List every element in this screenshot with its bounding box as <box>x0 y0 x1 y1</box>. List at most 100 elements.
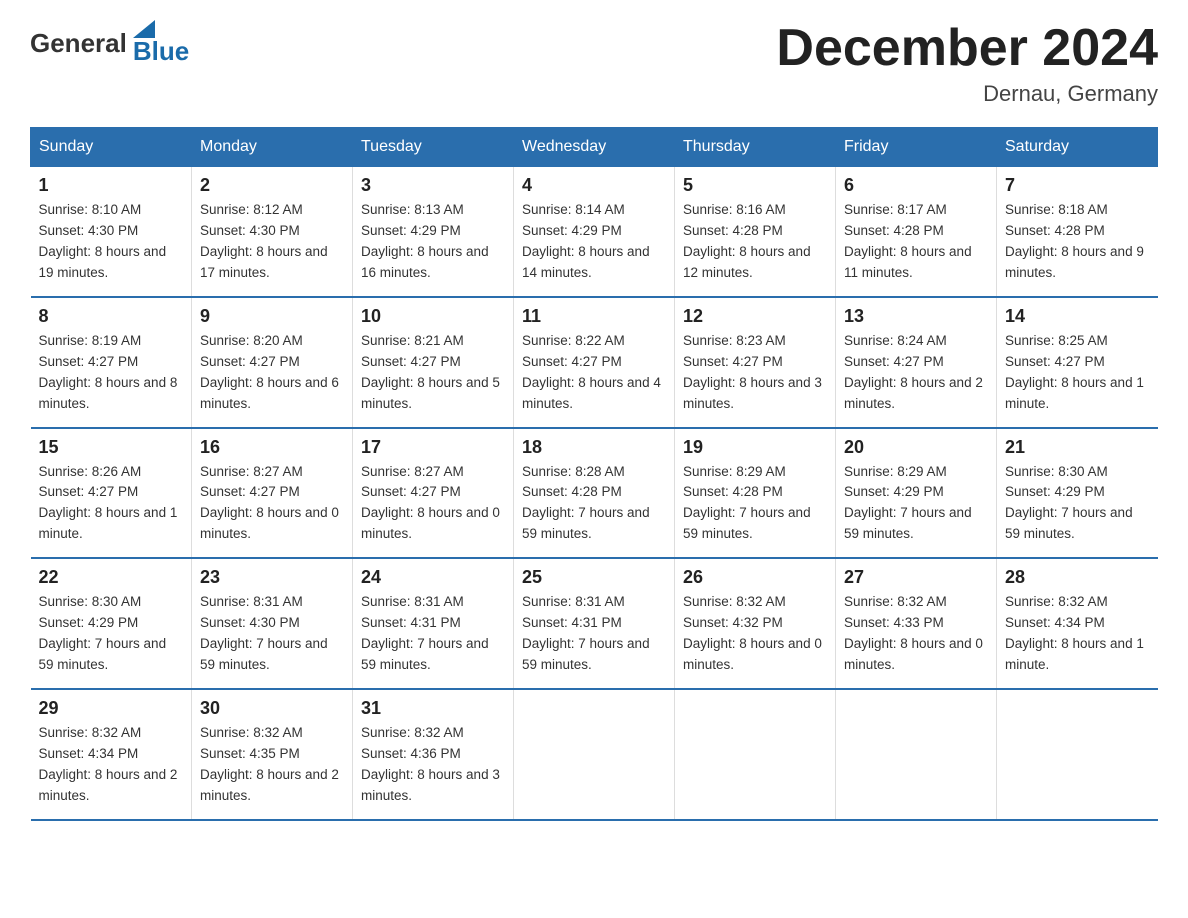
calendar-cell: 16 Sunrise: 8:27 AM Sunset: 4:27 PM Dayl… <box>192 428 353 559</box>
calendar-week-row: 1 Sunrise: 8:10 AM Sunset: 4:30 PM Dayli… <box>31 167 1158 297</box>
day-number: 26 <box>683 567 827 588</box>
day-number: 8 <box>39 306 184 327</box>
calendar-cell: 17 Sunrise: 8:27 AM Sunset: 4:27 PM Dayl… <box>353 428 514 559</box>
day-number: 1 <box>39 175 184 196</box>
day-number: 18 <box>522 437 666 458</box>
calendar-cell <box>675 689 836 820</box>
day-info: Sunrise: 8:32 AM Sunset: 4:32 PM Dayligh… <box>683 592 827 676</box>
calendar-week-row: 22 Sunrise: 8:30 AM Sunset: 4:29 PM Dayl… <box>31 558 1158 689</box>
calendar-cell <box>514 689 675 820</box>
day-number: 27 <box>844 567 988 588</box>
day-info: Sunrise: 8:20 AM Sunset: 4:27 PM Dayligh… <box>200 331 344 415</box>
day-number: 29 <box>39 698 184 719</box>
day-info: Sunrise: 8:32 AM Sunset: 4:34 PM Dayligh… <box>1005 592 1150 676</box>
day-info: Sunrise: 8:16 AM Sunset: 4:28 PM Dayligh… <box>683 200 827 284</box>
header-tuesday: Tuesday <box>353 128 514 167</box>
calendar-cell <box>997 689 1158 820</box>
day-info: Sunrise: 8:32 AM Sunset: 4:35 PM Dayligh… <box>200 723 344 807</box>
day-info: Sunrise: 8:31 AM Sunset: 4:31 PM Dayligh… <box>522 592 666 676</box>
day-info: Sunrise: 8:23 AM Sunset: 4:27 PM Dayligh… <box>683 331 827 415</box>
calendar-cell: 8 Sunrise: 8:19 AM Sunset: 4:27 PM Dayli… <box>31 297 192 428</box>
header-saturday: Saturday <box>997 128 1158 167</box>
calendar-cell: 7 Sunrise: 8:18 AM Sunset: 4:28 PM Dayli… <box>997 167 1158 297</box>
calendar-cell: 23 Sunrise: 8:31 AM Sunset: 4:30 PM Dayl… <box>192 558 353 689</box>
day-info: Sunrise: 8:29 AM Sunset: 4:28 PM Dayligh… <box>683 462 827 546</box>
calendar-cell: 26 Sunrise: 8:32 AM Sunset: 4:32 PM Dayl… <box>675 558 836 689</box>
calendar-cell: 2 Sunrise: 8:12 AM Sunset: 4:30 PM Dayli… <box>192 167 353 297</box>
calendar-cell: 20 Sunrise: 8:29 AM Sunset: 4:29 PM Dayl… <box>836 428 997 559</box>
calendar-week-row: 8 Sunrise: 8:19 AM Sunset: 4:27 PM Dayli… <box>31 297 1158 428</box>
day-info: Sunrise: 8:24 AM Sunset: 4:27 PM Dayligh… <box>844 331 988 415</box>
day-info: Sunrise: 8:18 AM Sunset: 4:28 PM Dayligh… <box>1005 200 1150 284</box>
day-number: 30 <box>200 698 344 719</box>
calendar-cell: 31 Sunrise: 8:32 AM Sunset: 4:36 PM Dayl… <box>353 689 514 820</box>
day-info: Sunrise: 8:10 AM Sunset: 4:30 PM Dayligh… <box>39 200 184 284</box>
day-info: Sunrise: 8:25 AM Sunset: 4:27 PM Dayligh… <box>1005 331 1150 415</box>
day-number: 2 <box>200 175 344 196</box>
calendar-cell: 19 Sunrise: 8:29 AM Sunset: 4:28 PM Dayl… <box>675 428 836 559</box>
month-title: December 2024 <box>776 20 1158 77</box>
calendar-cell: 1 Sunrise: 8:10 AM Sunset: 4:30 PM Dayli… <box>31 167 192 297</box>
logo-text-blue: Blue <box>133 36 189 67</box>
calendar-week-row: 29 Sunrise: 8:32 AM Sunset: 4:34 PM Dayl… <box>31 689 1158 820</box>
day-info: Sunrise: 8:21 AM Sunset: 4:27 PM Dayligh… <box>361 331 505 415</box>
calendar-cell: 3 Sunrise: 8:13 AM Sunset: 4:29 PM Dayli… <box>353 167 514 297</box>
header-monday: Monday <box>192 128 353 167</box>
calendar-header: Sunday Monday Tuesday Wednesday Thursday… <box>31 128 1158 167</box>
day-number: 14 <box>1005 306 1150 327</box>
calendar-cell: 5 Sunrise: 8:16 AM Sunset: 4:28 PM Dayli… <box>675 167 836 297</box>
day-info: Sunrise: 8:28 AM Sunset: 4:28 PM Dayligh… <box>522 462 666 546</box>
calendar-cell: 11 Sunrise: 8:22 AM Sunset: 4:27 PM Dayl… <box>514 297 675 428</box>
day-info: Sunrise: 8:14 AM Sunset: 4:29 PM Dayligh… <box>522 200 666 284</box>
day-info: Sunrise: 8:12 AM Sunset: 4:30 PM Dayligh… <box>200 200 344 284</box>
calendar-cell: 15 Sunrise: 8:26 AM Sunset: 4:27 PM Dayl… <box>31 428 192 559</box>
day-number: 15 <box>39 437 184 458</box>
day-info: Sunrise: 8:30 AM Sunset: 4:29 PM Dayligh… <box>39 592 184 676</box>
calendar-cell: 10 Sunrise: 8:21 AM Sunset: 4:27 PM Dayl… <box>353 297 514 428</box>
day-number: 17 <box>361 437 505 458</box>
calendar-cell: 24 Sunrise: 8:31 AM Sunset: 4:31 PM Dayl… <box>353 558 514 689</box>
logo-text-general: General <box>30 28 127 59</box>
header-wednesday: Wednesday <box>514 128 675 167</box>
calendar-cell: 21 Sunrise: 8:30 AM Sunset: 4:29 PM Dayl… <box>997 428 1158 559</box>
day-info: Sunrise: 8:26 AM Sunset: 4:27 PM Dayligh… <box>39 462 184 546</box>
calendar-table: Sunday Monday Tuesday Wednesday Thursday… <box>30 127 1158 820</box>
day-info: Sunrise: 8:17 AM Sunset: 4:28 PM Dayligh… <box>844 200 988 284</box>
day-number: 19 <box>683 437 827 458</box>
day-info: Sunrise: 8:32 AM Sunset: 4:33 PM Dayligh… <box>844 592 988 676</box>
day-number: 20 <box>844 437 988 458</box>
calendar-cell: 27 Sunrise: 8:32 AM Sunset: 4:33 PM Dayl… <box>836 558 997 689</box>
calendar-cell: 6 Sunrise: 8:17 AM Sunset: 4:28 PM Dayli… <box>836 167 997 297</box>
calendar-cell: 13 Sunrise: 8:24 AM Sunset: 4:27 PM Dayl… <box>836 297 997 428</box>
day-number: 10 <box>361 306 505 327</box>
day-number: 7 <box>1005 175 1150 196</box>
calendar-cell: 14 Sunrise: 8:25 AM Sunset: 4:27 PM Dayl… <box>997 297 1158 428</box>
day-number: 22 <box>39 567 184 588</box>
title-block: December 2024 Dernau, Germany <box>776 20 1158 107</box>
calendar-cell: 12 Sunrise: 8:23 AM Sunset: 4:27 PM Dayl… <box>675 297 836 428</box>
day-number: 13 <box>844 306 988 327</box>
day-number: 28 <box>1005 567 1150 588</box>
day-info: Sunrise: 8:27 AM Sunset: 4:27 PM Dayligh… <box>200 462 344 546</box>
day-info: Sunrise: 8:30 AM Sunset: 4:29 PM Dayligh… <box>1005 462 1150 546</box>
day-info: Sunrise: 8:31 AM Sunset: 4:30 PM Dayligh… <box>200 592 344 676</box>
day-number: 3 <box>361 175 505 196</box>
calendar-week-row: 15 Sunrise: 8:26 AM Sunset: 4:27 PM Dayl… <box>31 428 1158 559</box>
location: Dernau, Germany <box>776 81 1158 107</box>
day-info: Sunrise: 8:13 AM Sunset: 4:29 PM Dayligh… <box>361 200 505 284</box>
day-info: Sunrise: 8:32 AM Sunset: 4:36 PM Dayligh… <box>361 723 505 807</box>
logo: General Blue <box>30 20 189 67</box>
day-number: 5 <box>683 175 827 196</box>
day-info: Sunrise: 8:29 AM Sunset: 4:29 PM Dayligh… <box>844 462 988 546</box>
calendar-cell: 29 Sunrise: 8:32 AM Sunset: 4:34 PM Dayl… <box>31 689 192 820</box>
day-number: 25 <box>522 567 666 588</box>
day-number: 4 <box>522 175 666 196</box>
calendar-cell: 18 Sunrise: 8:28 AM Sunset: 4:28 PM Dayl… <box>514 428 675 559</box>
day-number: 6 <box>844 175 988 196</box>
day-number: 31 <box>361 698 505 719</box>
header-friday: Friday <box>836 128 997 167</box>
day-number: 11 <box>522 306 666 327</box>
day-number: 23 <box>200 567 344 588</box>
weekday-header-row: Sunday Monday Tuesday Wednesday Thursday… <box>31 128 1158 167</box>
day-info: Sunrise: 8:19 AM Sunset: 4:27 PM Dayligh… <box>39 331 184 415</box>
